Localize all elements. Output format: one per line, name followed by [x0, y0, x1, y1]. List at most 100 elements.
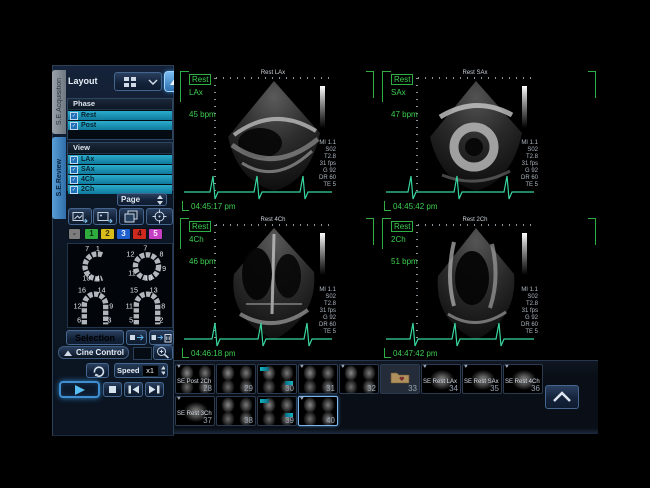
checkbox-checked-icon[interactable]: ✓	[70, 156, 78, 164]
folder-icon	[390, 370, 410, 389]
thumbnail-number: 40	[326, 416, 335, 425]
wall-score-button-1[interactable]: 1	[84, 228, 99, 240]
export-clip-button[interactable]	[93, 208, 117, 225]
step-back-button[interactable]	[124, 382, 143, 397]
image-setting: MI 1.1	[504, 287, 538, 294]
discard-selection-button[interactable]	[149, 330, 174, 345]
quadrant-rest-sax[interactable]: Rest SAx 47 bpm Rest SAx MI 1.1S02T2.831…	[380, 66, 598, 212]
thumbnail-39[interactable]: 39	[257, 396, 297, 426]
segment-number: 16	[78, 287, 86, 294]
crosshair-button[interactable]	[146, 208, 173, 225]
timestamp-text: 04:46:18 pm	[191, 349, 235, 358]
view-option-4ch[interactable]: ✓4Ch	[68, 175, 172, 184]
quadrant-rest-2ch[interactable]: Rest 2Ch 51 bpm Rest 2Ch MI 1.1S02T2.831…	[380, 213, 598, 359]
thumbnail-37[interactable]: ♥SE Rest 3Ch37	[175, 396, 215, 426]
layout-grid-button[interactable]	[114, 72, 145, 91]
image-setting: S02	[504, 147, 538, 154]
quadrant-corner-marker	[382, 218, 391, 249]
segment-diagram-two-chamber: 151311852	[122, 287, 172, 328]
wall-score-button-4[interactable]: 4	[132, 228, 147, 240]
segment-number: 4	[96, 275, 100, 283]
cine-slot	[133, 347, 152, 360]
phase-option-post[interactable]: ✓Post	[68, 121, 172, 130]
chevron-down-icon	[148, 79, 158, 85]
page-button[interactable]: Page	[117, 193, 167, 206]
image-display-area: Rest LAx 45 bpm Rest LAx MI 1.1S02T2.831…	[174, 65, 598, 360]
wall-score-button-3[interactable]: 3	[116, 228, 131, 240]
quadrant-corner-marker	[588, 71, 596, 98]
stop-icon	[107, 384, 118, 395]
cine-loop-button[interactable]	[86, 363, 109, 378]
view-option-sax[interactable]: ✓SAx	[68, 165, 172, 174]
timestamp-marker	[182, 201, 189, 211]
thumbnail-28[interactable]: ♥SE Post 2Ch28	[175, 364, 215, 394]
layout-label: Layout	[68, 76, 98, 86]
timestamp: 04:47:42 pm	[384, 348, 437, 358]
layout-dropdown-button[interactable]	[144, 72, 162, 91]
segment-number: 9	[109, 302, 113, 310]
thumbnail-32[interactable]: ♥32	[339, 364, 379, 394]
quadrant-annotations: Rest SAx 47 bpm	[391, 74, 418, 119]
phase-option-label: Post	[81, 122, 96, 129]
quadrant-rest-4ch[interactable]: Rest 4Ch 46 bpm Rest 4Ch MI 1.1S02T2.831…	[178, 213, 376, 359]
speed-control[interactable]: Speed x1	[114, 363, 168, 378]
thumbnail-29[interactable]: 29	[216, 364, 256, 394]
layers-button[interactable]	[119, 208, 144, 225]
play-button[interactable]	[59, 381, 100, 398]
tab-se-review[interactable]: S.E.Review	[52, 137, 66, 219]
segment-number: 3	[107, 317, 111, 325]
heart-rate-label: 51 bpm	[391, 257, 418, 266]
step-back-icon	[127, 384, 140, 395]
assign-selection-button[interactable]	[126, 330, 147, 345]
thumbnail-35[interactable]: ♥SE Rest SAx35	[462, 364, 502, 394]
segment-number: 7	[143, 245, 147, 252]
wall-score-button-5[interactable]: 5	[148, 228, 163, 240]
phase-label: Rest	[391, 221, 413, 232]
thumbnail-number: 31	[326, 384, 335, 393]
export-image-button[interactable]	[68, 208, 92, 225]
view-label: SAx	[391, 88, 406, 97]
image-setting: S02	[504, 294, 538, 301]
thumbnail-number: 37	[203, 416, 212, 425]
thumbnail-33[interactable]: 33	[380, 364, 420, 394]
quadrant-corner-marker	[366, 71, 374, 98]
image-title: Rest LAx	[218, 70, 328, 76]
collapse-up-icon	[63, 349, 73, 357]
checkbox-checked-icon[interactable]: ✓	[70, 166, 78, 174]
checkbox-checked-icon[interactable]: ✓	[70, 112, 78, 120]
image-setting: T2.8	[504, 301, 538, 308]
view-option-lax[interactable]: ✓LAx	[68, 155, 172, 164]
thumbnail-34[interactable]: ♥SE Rest LAx34	[421, 364, 461, 394]
quadrant-corner-marker	[366, 218, 374, 245]
thumbnail-38[interactable]: 38	[216, 396, 256, 426]
checkbox-checked-icon[interactable]: ✓	[70, 186, 78, 194]
ecg-trace	[182, 166, 334, 204]
layers-icon	[124, 210, 139, 223]
view-header: View	[68, 143, 172, 154]
view-label: LAx	[189, 88, 203, 97]
tab-se-acquisition[interactable]: S.E.Acquisition	[52, 70, 66, 134]
ecg-trace	[384, 166, 536, 204]
thumbnail-40[interactable]: ♥40	[298, 396, 338, 426]
checkbox-checked-icon[interactable]: ✓	[70, 122, 78, 130]
control-panel: S.E.Acquisition S.E.Review Layout Phase …	[52, 65, 174, 436]
timestamp-text: 04:45:17 pm	[191, 202, 235, 211]
selection-button[interactable]: Selection	[66, 330, 124, 345]
grayscale-bar	[320, 86, 325, 128]
thumbnail-30[interactable]: 30	[257, 364, 297, 394]
wall-score-button-2[interactable]: 2	[100, 228, 115, 240]
heart-icon: ♥	[341, 364, 345, 370]
thumbnail-number: 34	[449, 384, 458, 393]
stop-button[interactable]	[103, 382, 122, 397]
thumbnail-31[interactable]: ♥ 31	[298, 364, 338, 394]
pan-zoom-button[interactable]	[153, 345, 173, 360]
cine-control-header[interactable]: Cine Control	[58, 346, 129, 359]
step-forward-button[interactable]	[145, 382, 164, 397]
checkbox-checked-icon[interactable]: ✓	[70, 176, 78, 184]
quadrant-rest-lax[interactable]: Rest LAx 45 bpm Rest LAx MI 1.1S02T2.831…	[178, 66, 376, 212]
strip-collapse-button[interactable]	[545, 385, 579, 409]
heart-icon: ♥	[300, 364, 304, 370]
wall-score-button--[interactable]: -	[68, 228, 81, 240]
thumbnail-36[interactable]: ♥SE Rest 4Ch36	[503, 364, 543, 394]
phase-option-rest[interactable]: ✓Rest	[68, 111, 172, 120]
